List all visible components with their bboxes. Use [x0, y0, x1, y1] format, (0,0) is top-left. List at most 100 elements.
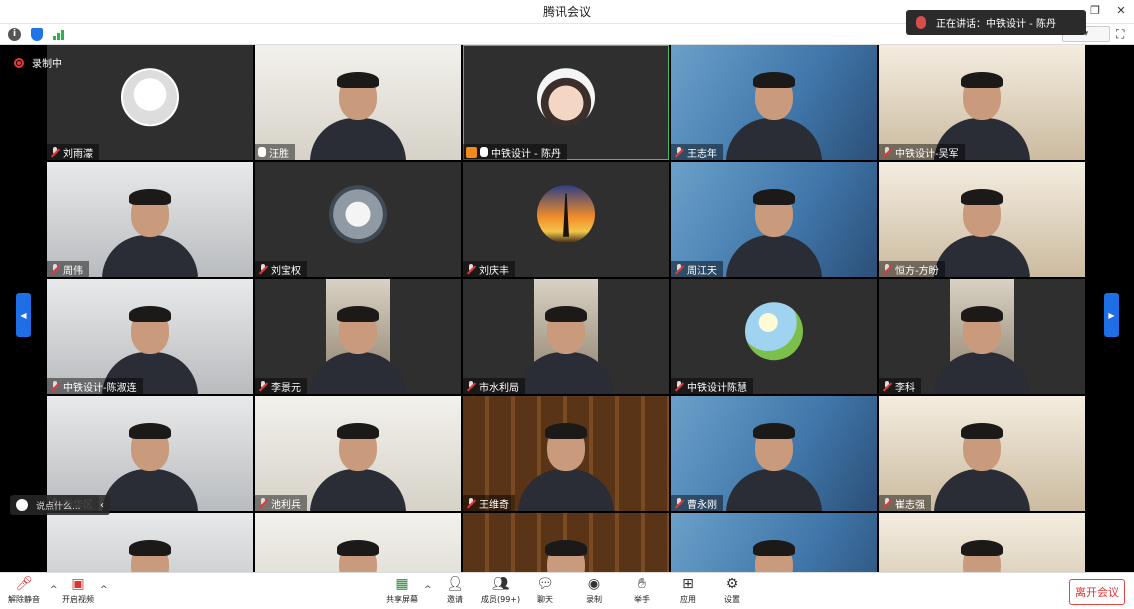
- recording-label: 录制中: [32, 59, 62, 70]
- participant-video: [518, 306, 614, 394]
- participant-tile[interactable]: 中铁设计陈慧: [671, 279, 877, 394]
- unmute-button[interactable]: 🎤︎ 解除静音: [8, 576, 40, 605]
- participant-name: 周伟: [63, 265, 83, 277]
- emoji-icon[interactable]: [16, 499, 28, 511]
- host-icon: [466, 146, 477, 158]
- participant-name: 中铁设计-陈淑连: [63, 382, 137, 394]
- chat-placeholder: 说点什么...: [36, 501, 81, 512]
- participant-video: [934, 423, 1030, 511]
- restore-icon[interactable]: ❐: [1088, 4, 1102, 18]
- share-label: 共享屏幕: [386, 595, 418, 604]
- participant-tile[interactable]: 李景元: [255, 279, 461, 394]
- participant-tile[interactable]: 刘宝权: [255, 162, 461, 277]
- participant-video: [726, 72, 822, 160]
- chat-button[interactable]: 💬︎ 聊天: [536, 576, 554, 605]
- mic-muted-icon: [466, 497, 476, 509]
- security-shield-icon[interactable]: [31, 27, 43, 41]
- signal-icon[interactable]: [53, 29, 64, 40]
- mic-muted-icon: 🎤︎: [15, 576, 33, 592]
- participant-name: 李科: [895, 382, 915, 394]
- participant-tile[interactable]: 曹永刚: [671, 396, 877, 511]
- participant-tile[interactable]: 王维奇: [463, 396, 669, 511]
- participant-tile[interactable]: 周伟: [47, 162, 253, 277]
- mic-muted-icon: [258, 497, 268, 509]
- participant-name-bar: 李景元: [255, 378, 307, 394]
- video-options-caret-icon[interactable]: ^: [100, 585, 108, 595]
- leave-meeting-button[interactable]: 离开会议: [1069, 579, 1125, 605]
- participant-name: 崔志强: [895, 499, 925, 511]
- participant-grid: 刘雨濛 汪胜 中铁设计 - 陈丹 王志年 中铁设计-吴军周伟 刘宝权 刘庆丰 周江天 恒方-方盼…: [47, 45, 1087, 609]
- participant-name: 汪胜: [269, 148, 289, 160]
- participant-name-bar: 刘宝权: [255, 261, 307, 277]
- participant-video: [310, 72, 406, 160]
- participant-tile[interactable]: 中铁设计-吴军: [879, 45, 1085, 160]
- participant-name: 恒方-方盼: [895, 265, 939, 277]
- avatar: [121, 67, 179, 126]
- raise-hand-button[interactable]: ✋︎ 举手: [633, 576, 651, 605]
- participant-name-bar: 中铁设计 - 陈丹: [463, 144, 567, 160]
- mic-on-icon: [258, 147, 266, 157]
- participant-name-bar: 中铁设计-吴军: [879, 144, 965, 160]
- participant-video: [934, 189, 1030, 277]
- participant-name: 池利兵: [271, 499, 301, 511]
- participant-tile[interactable]: 恒方-方盼: [879, 162, 1085, 277]
- gear-icon: ⚙︎: [725, 576, 739, 592]
- participant-tile[interactable]: 刘庆丰: [463, 162, 669, 277]
- participant-tile[interactable]: 刘雨濛: [47, 45, 253, 160]
- start-video-button[interactable]: ▣ 开启视频: [62, 576, 94, 605]
- settings-button[interactable]: ⚙︎ 设置: [723, 576, 741, 605]
- apps-button[interactable]: ⊞ 应用: [679, 576, 697, 605]
- participant-tile[interactable]: 中铁设计-陈淑连: [47, 279, 253, 394]
- recording-dot-icon: [14, 57, 24, 68]
- participant-name: 李景元: [271, 382, 301, 394]
- participant-tile[interactable]: 池利兵: [255, 396, 461, 511]
- mic-muted-icon: [882, 146, 892, 158]
- mic-muted-icon: [882, 497, 892, 509]
- prev-page-button[interactable]: ◀: [16, 293, 31, 337]
- participant-name-bar: 中铁设计-陈淑连: [47, 378, 143, 394]
- collapse-chat-icon[interactable]: ‹: [100, 500, 104, 511]
- record-icon: ◉: [587, 576, 601, 592]
- mic-muted-icon: [674, 146, 684, 158]
- bottom-toolbar: 🎤︎ 解除静音 ^ ▣ 开启视频 ^ ▦ 共享屏幕 ^ 👤︎ 邀请 👥︎ 成员(…: [0, 572, 1134, 609]
- close-icon[interactable]: ✕: [1114, 4, 1128, 18]
- participant-tile[interactable]: 中铁设计 - 陈丹: [463, 45, 669, 160]
- speaking-label: 正在讲话：中铁设计 - 陈丹: [936, 19, 1056, 30]
- participant-tile[interactable]: 市水利局: [463, 279, 669, 394]
- participant-tile[interactable]: 崔志强: [879, 396, 1085, 511]
- next-page-button[interactable]: ▶: [1104, 293, 1119, 337]
- settings-label: 设置: [724, 595, 740, 604]
- participant-name-bar: 刘雨濛: [47, 144, 99, 160]
- share-screen-button[interactable]: ▦ 共享屏幕: [386, 576, 418, 605]
- share-options-caret-icon[interactable]: ^: [424, 585, 432, 595]
- record-button[interactable]: ◉ 录制: [585, 576, 603, 605]
- participant-tile[interactable]: 李科: [879, 279, 1085, 394]
- video-stage: 录制中 ◀ ▶ 刘雨濛 汪胜 中铁设计 - 陈丹 王志年 中铁设计-吴军周伟 刘宝权 刘庆丰…: [0, 45, 1134, 609]
- mic-muted-icon: [674, 263, 684, 275]
- info-icon[interactable]: i: [8, 27, 21, 41]
- participant-tile[interactable]: 周江天: [671, 162, 877, 277]
- participant-tile[interactable]: 王志年: [671, 45, 877, 160]
- quick-chat-box[interactable]: 说点什么... ‹: [10, 495, 110, 515]
- recording-status: 录制中: [14, 55, 62, 70]
- invite-button[interactable]: 👤︎ 邀请: [446, 576, 464, 605]
- participant-name: 刘庆丰: [479, 265, 509, 277]
- participant-name: 中铁设计 - 陈丹: [491, 148, 561, 160]
- participant-video: [934, 306, 1030, 394]
- participant-name-bar: 周伟: [47, 261, 89, 277]
- participant-name: 中铁设计陈慧: [687, 382, 747, 394]
- participant-name-bar: 周江天: [671, 261, 723, 277]
- participant-name-bar: 中铁设计陈慧: [671, 378, 753, 394]
- fullscreen-icon[interactable]: ⛶: [1116, 27, 1130, 41]
- participant-name-bar: 市水利局: [463, 378, 525, 394]
- audio-options-caret-icon[interactable]: ^: [50, 585, 58, 595]
- members-button[interactable]: 👥︎ 成员(99+): [481, 576, 520, 605]
- participant-tile[interactable]: 汪胜: [255, 45, 461, 160]
- invite-label: 邀请: [447, 595, 463, 604]
- participant-tile[interactable]: 新华区: [47, 396, 253, 511]
- participant-video: [102, 423, 198, 511]
- participant-video: [518, 423, 614, 511]
- avatar: [329, 184, 387, 243]
- mic-muted-icon: [258, 263, 268, 275]
- participant-name: 曹永刚: [687, 499, 717, 511]
